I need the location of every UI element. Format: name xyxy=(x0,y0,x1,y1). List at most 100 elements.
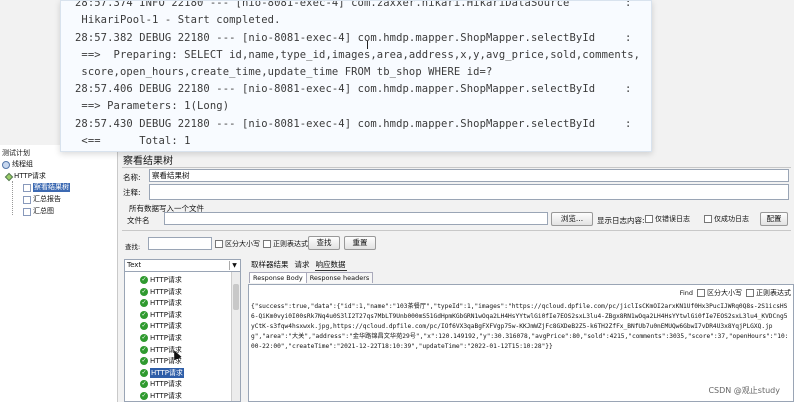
console-level: DEBUG xyxy=(139,118,172,130)
console-colon: : xyxy=(625,0,632,9)
search-input[interactable] xyxy=(148,237,212,250)
result-list-item[interactable]: ✓ HTTP请求 xyxy=(140,391,182,401)
console-timestamp: 28:57.430 xyxy=(75,118,133,130)
console-line: 28:57.374 INFO 22180 --- [nio-8081-exec-… xyxy=(75,0,631,9)
result-list-item[interactable]: ✓ HTTP请求 xyxy=(140,379,182,389)
success-check-icon: ✓ xyxy=(140,310,148,319)
find-case-checkbox[interactable]: 区分大小写 xyxy=(697,288,742,298)
result-list-item[interactable]: ✓ HTTP请求 xyxy=(140,310,182,320)
console-line: score,open_hours,create_time,update_time… xyxy=(75,66,492,78)
success-check-icon: ✓ xyxy=(140,276,148,284)
configure-button[interactable]: 配置 xyxy=(760,212,788,226)
result-list-item[interactable]: ✓ HTTP请求 xyxy=(140,298,182,308)
tab-request[interactable]: 请求 xyxy=(294,259,311,271)
reset-button[interactable]: 重置 xyxy=(344,236,376,250)
regex-label: 正则表达式 xyxy=(273,240,308,248)
renderer-value: Text xyxy=(127,261,142,269)
result-item-label: HTTP请求 xyxy=(150,392,182,400)
tab-response-data[interactable]: 响应数据 xyxy=(314,259,347,271)
errors-only-checkbox[interactable]: 仅错误日志 xyxy=(645,214,690,224)
result-item-label: HTTP请求 xyxy=(150,334,182,342)
success-check-icon: ✓ xyxy=(140,299,148,308)
tree-node-view-results[interactable]: 察看结果树 xyxy=(23,183,70,192)
console-sep: --- xyxy=(216,32,236,44)
gear-icon xyxy=(2,160,10,169)
result-item-label: HTTP请求 xyxy=(150,367,184,378)
console-pid: 22180 xyxy=(171,0,204,9)
console-thread: [nio-8081-exec-4] xyxy=(241,118,352,130)
name-input[interactable]: 察看结果树 xyxy=(149,169,789,182)
result-list-item[interactable]: ✓ HTTP请求 xyxy=(140,321,182,331)
errors-only-label: 仅错误日志 xyxy=(655,215,690,223)
tab-response-headers[interactable]: Response headers xyxy=(305,272,374,283)
text-cursor xyxy=(367,41,368,49)
result-tabs: 取样器结果 请求 响应数据 xyxy=(250,259,347,271)
file-input[interactable] xyxy=(164,212,548,225)
tree-node-http-request[interactable]: HTTP请求 xyxy=(4,172,46,181)
tree-node-thread-group[interactable]: 线程组 xyxy=(2,160,33,169)
tree-node-test-plan[interactable]: 测试计划 xyxy=(2,149,30,158)
tree-label-view-results: 察看结果树 xyxy=(33,183,70,192)
response-subtabs: Response Body Response headers xyxy=(249,272,374,283)
watermark: CSDN @观止study xyxy=(708,386,780,395)
result-item-label: HTTP请求 xyxy=(150,276,182,284)
comment-input[interactable] xyxy=(149,184,789,200)
renderer-select[interactable]: Text ▼ xyxy=(125,260,240,272)
find-case-label: 区分大小写 xyxy=(707,289,742,297)
success-check-icon: ✓ xyxy=(140,392,148,400)
case-sensitive-checkbox[interactable]: 区分大小写 xyxy=(215,239,260,249)
console-pid: 22180 xyxy=(177,118,210,130)
tree-node-summary-report[interactable]: 汇总报告 xyxy=(23,195,61,204)
chevron-down-icon[interactable]: ▼ xyxy=(229,261,239,270)
log-content-label: 显示日志内容: xyxy=(597,216,645,225)
response-body-text[interactable]: {"success":true,"data":{"id":1,"name":"1… xyxy=(251,302,789,352)
success-only-checkbox[interactable]: 仅成功日志 xyxy=(704,214,749,224)
console-pid: 22180 xyxy=(177,83,210,95)
find-regex-checkbox[interactable]: 正则表达式 xyxy=(746,288,791,298)
result-list-item[interactable]: ✓ HTTP请求 xyxy=(140,367,184,378)
console-sep: --- xyxy=(216,83,236,95)
console-message: score,open_hours,create_time,update_time… xyxy=(75,66,493,78)
result-item-label: HTTP请求 xyxy=(150,380,182,389)
result-item-label: HTTP请求 xyxy=(150,287,182,296)
console-log-popup: 28:57.374 INFO 22180 --- [nio-8081-exec-… xyxy=(60,0,652,152)
result-list-item[interactable]: ✓ HTTP请求 xyxy=(140,287,182,297)
console-pid: 22180 xyxy=(177,32,210,44)
console-sep: --- xyxy=(216,118,236,130)
console-level: INFO xyxy=(139,0,165,9)
console-timestamp: 28:57.406 xyxy=(75,83,133,95)
console-message: HikariPool-1 - Start completed. xyxy=(75,14,281,26)
search-label: 查找: xyxy=(125,243,141,251)
console-thread: [nio-8081-exec-4] xyxy=(235,0,345,9)
browse-button[interactable]: 浏览... xyxy=(551,212,593,226)
console-line: ==> Parameters: 1(Long) xyxy=(75,100,229,112)
listener-icon xyxy=(23,183,31,192)
console-message: <== Total: 1 xyxy=(75,135,191,147)
results-scrollbar[interactable] xyxy=(231,272,240,401)
console-timestamp: 28:57.374 xyxy=(75,0,133,9)
listener-icon xyxy=(23,195,31,204)
tree-label-http-request: HTTP请求 xyxy=(14,172,46,180)
regex-checkbox[interactable]: 正则表达式 xyxy=(263,239,308,249)
tree-node-summary-graph[interactable]: 汇总图 xyxy=(23,207,54,216)
console-thread: [nio-8081-exec-4] xyxy=(241,32,352,44)
tree-label-test-plan: 测试计划 xyxy=(2,149,30,157)
console-level: DEBUG xyxy=(139,32,172,44)
console-logger: com.zaxxer.hikari.HikariDataSource xyxy=(351,0,570,9)
console-line: 28:57.406 DEBUG 22180 --- [nio-8081-exec… xyxy=(75,83,631,95)
console-message: ==> Preparing: SELECT id,name,type_id,im… xyxy=(75,49,641,61)
tab-sampler-result[interactable]: 取样器结果 xyxy=(250,259,290,271)
result-list-item[interactable]: ✓ HTTP请求 xyxy=(140,333,182,343)
test-plan-tree: 测试计划 线程组 HTTP请求 察看结果树 汇总报告 汇总图 xyxy=(0,145,118,402)
sampler-icon xyxy=(4,172,14,181)
success-check-icon: ✓ xyxy=(140,287,148,296)
success-check-icon: ✓ xyxy=(140,345,148,354)
console-colon: : xyxy=(625,118,632,130)
find-label: Find xyxy=(679,289,693,297)
tab-response-body[interactable]: Response Body xyxy=(249,272,307,283)
find-regex-label: 正则表达式 xyxy=(756,289,791,297)
result-list-item[interactable]: ✓ HTTP请求 xyxy=(140,275,182,285)
console-line: ==> Preparing: SELECT id,name,type_id,im… xyxy=(75,49,640,61)
console-timestamp: 28:57.382 xyxy=(75,32,133,44)
search-button[interactable]: 查找 xyxy=(308,236,340,250)
